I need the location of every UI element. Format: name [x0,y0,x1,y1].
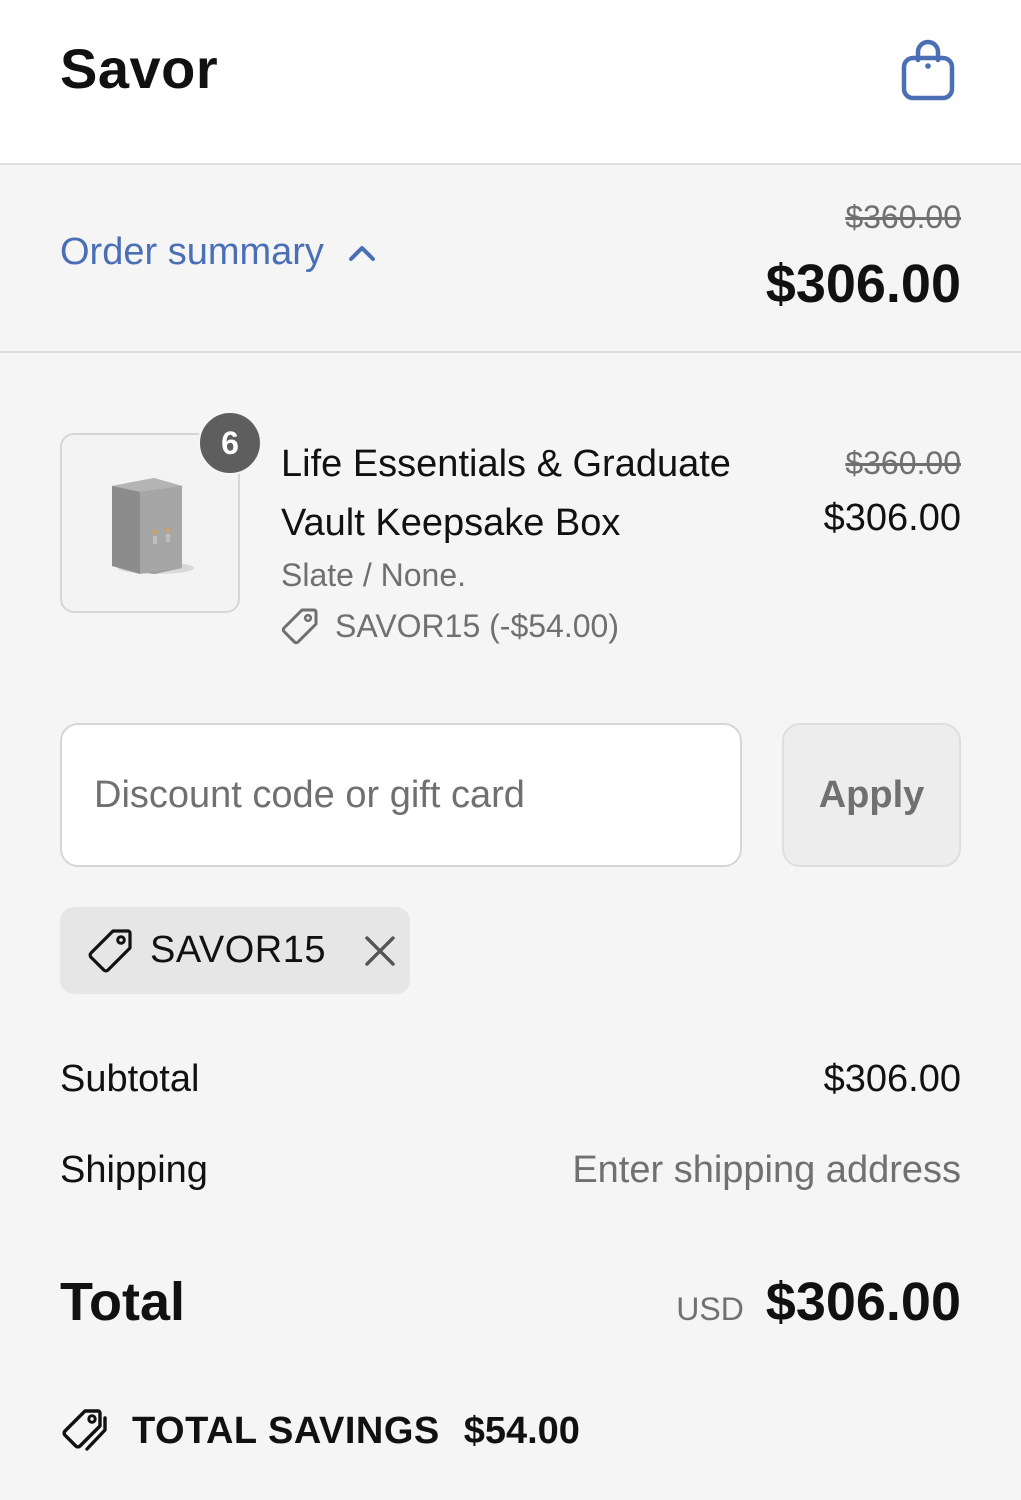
order-summary-bar: Order summary $360.00 $306.00 [0,165,1021,353]
tags-icon [62,1409,107,1451]
subtotal-label: Subtotal [60,1058,200,1100]
subtotal-row: Subtotal $306.00 [60,1058,961,1101]
product-box-image [112,478,194,574]
total-savings-label: TOTAL SAVINGS [132,1409,440,1452]
applied-discount-chip: SAVOR15 [60,907,410,994]
product-name: Life Essentials & Graduate Vault Keepsak… [281,443,731,544]
discount-code-input[interactable] [60,723,742,867]
product-original-price: $360.00 [845,445,961,481]
chevron-up-icon [348,245,375,261]
total-row: Total USD $306.00 [60,1271,961,1333]
summary-original-total: $360.00 [845,199,961,235]
cart-button[interactable] [894,36,962,104]
shipping-value: Enter shipping address [572,1149,961,1191]
header: Savor [0,0,1021,165]
tag-icon [88,928,132,972]
total-savings-value: $54.00 [463,1409,580,1452]
line-item: 6 Life Essentials & Graduate Vault Keeps… [60,411,961,673]
total-value: $306.00 [765,1272,961,1332]
total-savings: TOTAL SAVINGS $54.00 [60,1408,580,1454]
total-label: Total [60,1272,185,1332]
product-discount: SAVOR15 (-$54.00) [281,607,619,645]
tag-icon [281,608,318,645]
close-icon [365,935,395,966]
product-discount-label: SAVOR15 (-$54.00) [335,607,619,644]
shopping-bag-icon [901,39,955,101]
brand-logo[interactable]: Savor [60,36,218,101]
total-currency: USD [676,1291,744,1327]
remove-discount-button[interactable] [356,927,404,975]
apply-button[interactable]: Apply [782,723,961,867]
total-amount: USD $306.00 [676,1271,961,1333]
product-variant: Slate / None. [281,557,466,593]
shipping-label: Shipping [60,1149,208,1191]
summary-total: $306.00 [765,254,961,314]
subtotal-value: $306.00 [823,1058,961,1100]
applied-discount-code: SAVOR15 [150,929,326,971]
shipping-row: Shipping Enter shipping address [60,1149,961,1192]
quantity-badge: 6 [198,411,262,475]
order-summary-toggle[interactable]: Order summary [60,231,376,274]
product-price: $306.00 [823,497,961,539]
order-summary-label: Order summary [60,231,324,273]
